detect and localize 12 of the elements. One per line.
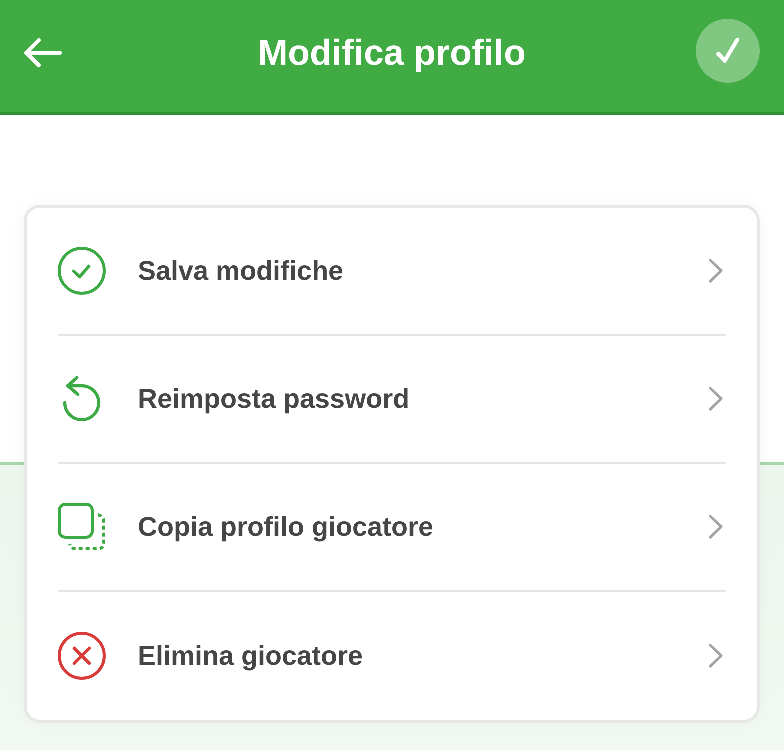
chevron-right-icon bbox=[708, 643, 724, 669]
chevron-right-icon bbox=[708, 514, 724, 540]
menu-item[interactable]: Copia profilo giocatore bbox=[58, 464, 726, 592]
page-title: Modifica profilo bbox=[258, 32, 526, 74]
back-button[interactable] bbox=[24, 38, 62, 68]
chevron-right-icon bbox=[708, 258, 724, 284]
back-arrow-icon bbox=[24, 38, 62, 68]
menu-item[interactable]: Elimina giocatore bbox=[58, 592, 726, 720]
chevron-right-icon bbox=[708, 386, 724, 412]
menu-item[interactable]: Salva modifiche bbox=[58, 208, 726, 336]
checkmark-icon bbox=[716, 37, 740, 65]
menu-item[interactable]: Reimposta password bbox=[58, 336, 726, 464]
